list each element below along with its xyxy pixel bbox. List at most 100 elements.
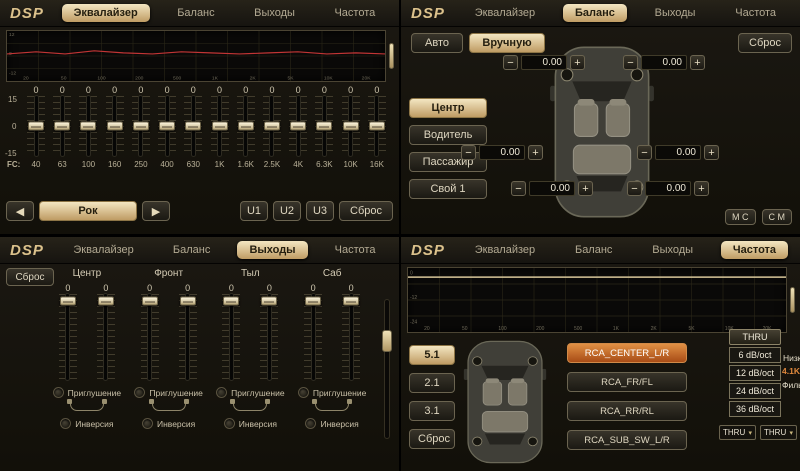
slider-thumb[interactable] xyxy=(369,122,385,131)
channel-gain-slider[interactable] xyxy=(179,294,197,380)
increase-button[interactable]: + xyxy=(528,145,543,160)
decrease-button[interactable]: − xyxy=(461,145,476,160)
slider-thumb[interactable] xyxy=(305,296,321,305)
rca-channel-1-button[interactable]: RCA_FR/FL xyxy=(567,372,687,392)
link-channels-icon[interactable] xyxy=(233,403,267,411)
thru-select-right[interactable]: THRU ▾ xyxy=(760,425,797,440)
slider-thumb[interactable] xyxy=(290,122,306,131)
balance-reset-button[interactable]: Сброс xyxy=(738,33,792,53)
tab-outputs[interactable]: Выходы xyxy=(242,4,307,22)
eq-band-slider[interactable] xyxy=(263,96,281,156)
decrease-button[interactable]: − xyxy=(511,181,526,196)
increase-button[interactable]: + xyxy=(578,181,593,196)
tab-balance[interactable]: Баланс xyxy=(563,241,624,259)
mute-checkbox[interactable] xyxy=(134,387,145,398)
eq-band-slider[interactable] xyxy=(158,96,176,156)
slider-thumb[interactable] xyxy=(316,122,332,131)
listening-position-3-button[interactable]: Свой 1 xyxy=(409,179,487,199)
tab-frequency[interactable]: Частота xyxy=(723,4,788,22)
invert-checkbox[interactable] xyxy=(305,418,316,429)
tab-equalizer[interactable]: Эквалайзер xyxy=(463,241,547,259)
eq-band-slider[interactable] xyxy=(79,96,97,156)
slider-thumb[interactable] xyxy=(223,296,239,305)
increase-button[interactable]: + xyxy=(694,181,709,196)
slope-option-0[interactable]: 6 dB/oct xyxy=(729,347,781,363)
slope-dropdown-selected[interactable]: THRU xyxy=(729,329,781,345)
slider-thumb[interactable] xyxy=(382,330,392,352)
link-channels-icon[interactable] xyxy=(70,403,104,411)
mute-checkbox[interactable] xyxy=(216,387,227,398)
slider-thumb[interactable] xyxy=(98,296,114,305)
tab-equalizer[interactable]: Эквалайзер xyxy=(62,4,150,22)
slider-thumb[interactable] xyxy=(60,296,76,305)
decrease-button[interactable]: − xyxy=(627,181,642,196)
graph-drag-handle[interactable] xyxy=(389,43,394,69)
channel-gain-slider[interactable] xyxy=(59,294,77,380)
listening-position-0-button[interactable]: Центр xyxy=(409,98,487,118)
freq-reset-button[interactable]: Сброс xyxy=(409,429,455,449)
eq-band-slider[interactable] xyxy=(211,96,229,156)
tab-outputs[interactable]: Выходы xyxy=(643,4,708,22)
tab-outputs[interactable]: Выходы xyxy=(237,241,307,259)
tab-equalizer[interactable]: Эквалайзер xyxy=(61,241,145,259)
tab-balance[interactable]: Баланс xyxy=(161,241,222,259)
eq-band-slider[interactable] xyxy=(342,96,360,156)
channel-gain-slider[interactable] xyxy=(222,294,240,380)
mute-checkbox[interactable] xyxy=(53,387,64,398)
slope-option-2[interactable]: 24 dB/oct xyxy=(729,383,781,399)
slider-thumb[interactable] xyxy=(180,296,196,305)
eq-band-slider[interactable] xyxy=(237,96,255,156)
memory-u1-button[interactable]: U1 xyxy=(240,201,268,221)
channel-gain-slider[interactable] xyxy=(342,294,360,380)
slider-thumb[interactable] xyxy=(159,122,175,131)
slider-thumb[interactable] xyxy=(80,122,96,131)
channel-gain-slider[interactable] xyxy=(304,294,322,380)
tab-frequency[interactable]: Частота xyxy=(322,4,387,22)
memory-toggle-1-button[interactable]: C M xyxy=(762,209,793,225)
invert-checkbox[interactable] xyxy=(60,418,71,429)
graph-drag-handle[interactable] xyxy=(790,287,795,313)
tab-equalizer[interactable]: Эквалайзер xyxy=(463,4,547,22)
tab-frequency[interactable]: Частота xyxy=(323,241,388,259)
slider-thumb[interactable] xyxy=(343,122,359,131)
memory-u3-button[interactable]: U3 xyxy=(306,201,334,221)
listening-position-1-button[interactable]: Водитель xyxy=(409,125,487,145)
tab-balance[interactable]: Баланс xyxy=(563,4,627,22)
slider-thumb[interactable] xyxy=(264,122,280,131)
eq-reset-button[interactable]: Сброс xyxy=(339,201,393,221)
balance-auto-button[interactable]: Авто xyxy=(411,33,463,53)
rca-channel-2-button[interactable]: RCA_RR/RL xyxy=(567,401,687,421)
eq-band-slider[interactable] xyxy=(27,96,45,156)
preset-next-button[interactable]: ▶ xyxy=(142,201,170,221)
invert-checkbox[interactable] xyxy=(142,418,153,429)
slider-thumb[interactable] xyxy=(54,122,70,131)
channel-gain-slider[interactable] xyxy=(141,294,159,380)
invert-checkbox[interactable] xyxy=(224,418,235,429)
eq-band-slider[interactable] xyxy=(132,96,150,156)
slider-thumb[interactable] xyxy=(238,122,254,131)
slider-thumb[interactable] xyxy=(28,122,44,131)
slider-thumb[interactable] xyxy=(142,296,158,305)
decrease-button[interactable]: − xyxy=(503,55,518,70)
memory-toggle-0-button[interactable]: M C xyxy=(725,209,756,225)
rca-channel-3-button[interactable]: RCA_SUB_SW_L/R xyxy=(567,430,687,450)
mute-checkbox[interactable] xyxy=(298,387,309,398)
mode-2.1-button[interactable]: 2.1 xyxy=(409,373,455,393)
increase-button[interactable]: + xyxy=(570,55,585,70)
slider-thumb[interactable] xyxy=(107,122,123,131)
mode-5.1-button[interactable]: 5.1 xyxy=(409,345,455,365)
increase-button[interactable]: + xyxy=(690,55,705,70)
eq-band-slider[interactable] xyxy=(184,96,202,156)
link-channels-icon[interactable] xyxy=(315,403,349,411)
balance-manual-button[interactable]: Вручную xyxy=(469,33,545,53)
master-level-slider[interactable] xyxy=(384,299,390,439)
eq-band-slider[interactable] xyxy=(315,96,333,156)
eq-band-slider[interactable] xyxy=(53,96,71,156)
slider-thumb[interactable] xyxy=(261,296,277,305)
eq-preset-button[interactable]: Рок xyxy=(39,201,137,221)
link-channels-icon[interactable] xyxy=(152,403,186,411)
channel-gain-slider[interactable] xyxy=(97,294,115,380)
eq-band-slider[interactable] xyxy=(368,96,386,156)
slider-thumb[interactable] xyxy=(343,296,359,305)
slider-thumb[interactable] xyxy=(212,122,228,131)
